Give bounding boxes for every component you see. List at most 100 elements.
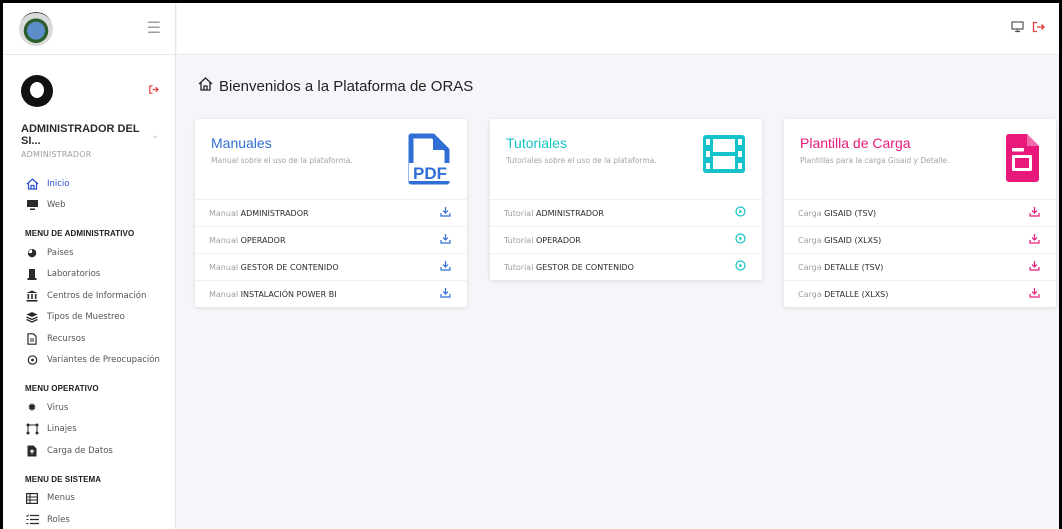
row-name: OPERADOR (240, 235, 286, 245)
list-item[interactable]: Tutorial ADMINISTRADOR (490, 199, 762, 226)
row-name: GISAID (TSV) (824, 208, 877, 218)
sidebar-item-label: Roles (47, 514, 70, 525)
user-name: ADMINISTRADOR DEL SI... (21, 123, 140, 147)
download-icon[interactable] (1029, 287, 1040, 301)
play-icon[interactable] (735, 206, 746, 220)
row-prefix: Tutorial (504, 235, 534, 245)
download-icon[interactable] (440, 233, 451, 247)
home-icon (25, 177, 39, 191)
play-icon[interactable] (735, 260, 746, 274)
sidebar-item-paises[interactable]: ◕ Paises (3, 242, 175, 264)
list-item[interactable]: Tutorial GESTOR DE CONTENIDO (490, 253, 762, 280)
tree-icon (25, 422, 39, 436)
row-prefix: Tutorial (504, 208, 534, 218)
logout-icon[interactable] (148, 84, 159, 98)
play-icon[interactable] (735, 233, 746, 247)
download-icon[interactable] (440, 206, 451, 220)
list-item[interactable]: Manual GESTOR DE CONTENIDO (195, 253, 467, 280)
sidebar-item-label: Variantes de Preocupación (47, 355, 160, 366)
sidebar-item-carga-datos[interactable]: Carga de Datos (3, 440, 175, 462)
svg-text:PDF: PDF (413, 164, 447, 183)
sidebar-item-label: Carga de Datos (47, 445, 113, 456)
row-prefix: Carga (798, 235, 822, 245)
chevron-down-icon: ⌄ (151, 129, 159, 140)
row-prefix: Tutorial (504, 262, 534, 272)
row-name: GISAID (XLXS) (824, 235, 882, 245)
document-icon (1004, 133, 1040, 188)
download-icon[interactable] (440, 287, 451, 301)
pdf-file-icon: PDF (407, 133, 453, 190)
sidebar-item-label: Tipos de Muestreo (47, 312, 125, 323)
row-name: GESTOR DE CONTENIDO (240, 262, 339, 272)
monitor-icon[interactable] (1011, 21, 1024, 36)
row-prefix: Manual (209, 208, 239, 218)
avatar[interactable] (21, 75, 53, 107)
sidebar-item-label: Linajes (47, 424, 77, 435)
sidebar-item-label: Laboratorios (47, 269, 101, 280)
download-icon[interactable] (1029, 206, 1040, 220)
bank-icon (25, 289, 39, 303)
manuales-card: Manuales Manual sobre el uso de la plata… (195, 119, 467, 307)
sidebar-item-laboratorios[interactable]: Laboratorios (3, 264, 175, 286)
sidebar-item-linajes[interactable]: Linajes (3, 419, 175, 441)
download-icon[interactable] (1029, 233, 1040, 247)
row-prefix: Manual (209, 289, 239, 299)
list-item[interactable]: Tutorial OPERADOR (490, 226, 762, 253)
row-name: OPERADOR (535, 235, 581, 245)
list-item[interactable]: Carga DETALLE (XLXS) (784, 280, 1056, 307)
table-icon (25, 491, 39, 505)
row-name: INSTALACIÓN POWER BI (240, 289, 337, 299)
tutoriales-card: Tutoriales Tutoriales sobre el uso de la… (490, 119, 762, 280)
download-icon[interactable] (1029, 260, 1040, 274)
sidebar-item-centros[interactable]: Centros de Información (3, 285, 175, 307)
list-item[interactable]: Manual ADMINISTRADOR (195, 199, 467, 226)
download-icon[interactable] (440, 260, 451, 274)
sidebar-item-tipos-muestreo[interactable]: Tipos de Muestreo (3, 307, 175, 329)
file-icon (25, 332, 39, 346)
sidebar-item-label: Recursos (47, 333, 86, 344)
sidebar-item-label: Menus (47, 493, 75, 504)
sidebar-item-recursos[interactable]: Recursos (3, 328, 175, 350)
sidebar-item-variantes[interactable]: Variantes de Preocupación (3, 350, 175, 372)
row-prefix: Carga (798, 289, 822, 299)
section-heading-administrativo: MENU DE ADMINISTRATIVO (25, 229, 135, 238)
sidebar-item-inicio[interactable]: Inicio (3, 173, 175, 195)
user-role: ADMINISTRADOR (21, 150, 92, 159)
list-item[interactable]: Carga GISAID (TSV) (784, 199, 1056, 226)
user-name-dropdown[interactable]: ADMINISTRADOR DEL SI... ⌄ (21, 123, 159, 147)
list-item[interactable]: Carga DETALLE (TSV) (784, 253, 1056, 280)
page-title: Bienvenidos a la Plataforma de ORAS (198, 77, 473, 95)
row-prefix: Carga (798, 208, 822, 218)
list-icon (25, 513, 39, 527)
logout-icon[interactable] (1032, 21, 1045, 36)
sidebar-item-roles[interactable]: Roles (3, 509, 175, 529)
sidebar-item-label: Inicio (47, 178, 70, 189)
globe-icon: ◕ (27, 246, 37, 260)
oras-logo[interactable] (19, 11, 53, 46)
list-item[interactable]: Manual INSTALACIÓN POWER BI (195, 280, 467, 307)
section-heading-operativo: MENU OPERATIVO (25, 384, 99, 393)
sidebar: ☰ ADMINISTRADOR DEL SI... ⌄ ADMINISTRADO… (3, 3, 176, 529)
flask-icon (25, 267, 39, 281)
sidebar-item-virus[interactable]: ✹ Virus (3, 397, 175, 419)
sidebar-item-label: Paises (47, 247, 74, 258)
page-title-text: Bienvenidos a la Plataforma de ORAS (219, 77, 474, 95)
home-outline-icon (198, 77, 213, 95)
row-name: ADMINISTRADOR (240, 208, 309, 218)
row-name: DETALLE (XLXS) (824, 289, 889, 299)
row-name: GESTOR DE CONTENIDO (535, 262, 634, 272)
sidebar-item-menus[interactable]: Menus (3, 488, 175, 510)
sidebar-item-web[interactable]: Web (3, 195, 175, 217)
row-name: DETALLE (TSV) (824, 262, 884, 272)
row-prefix: Manual (209, 235, 239, 245)
list-item[interactable]: Carga GISAID (XLXS) (784, 226, 1056, 253)
plantilla-carga-card: Plantilla de Carga Plantillas para la ca… (784, 119, 1056, 307)
hamburger-menu-icon[interactable]: ☰ (147, 20, 161, 37)
monitor-icon (25, 198, 39, 212)
virus-icon: ✹ (27, 401, 37, 415)
sidebar-header: ☰ (3, 3, 175, 55)
section-heading-sistema: MENU DE SISTEMA (25, 474, 102, 484)
list-item[interactable]: Manual OPERADOR (195, 226, 467, 253)
row-name: ADMINISTRADOR (535, 208, 604, 218)
upload-file-icon (25, 444, 39, 458)
